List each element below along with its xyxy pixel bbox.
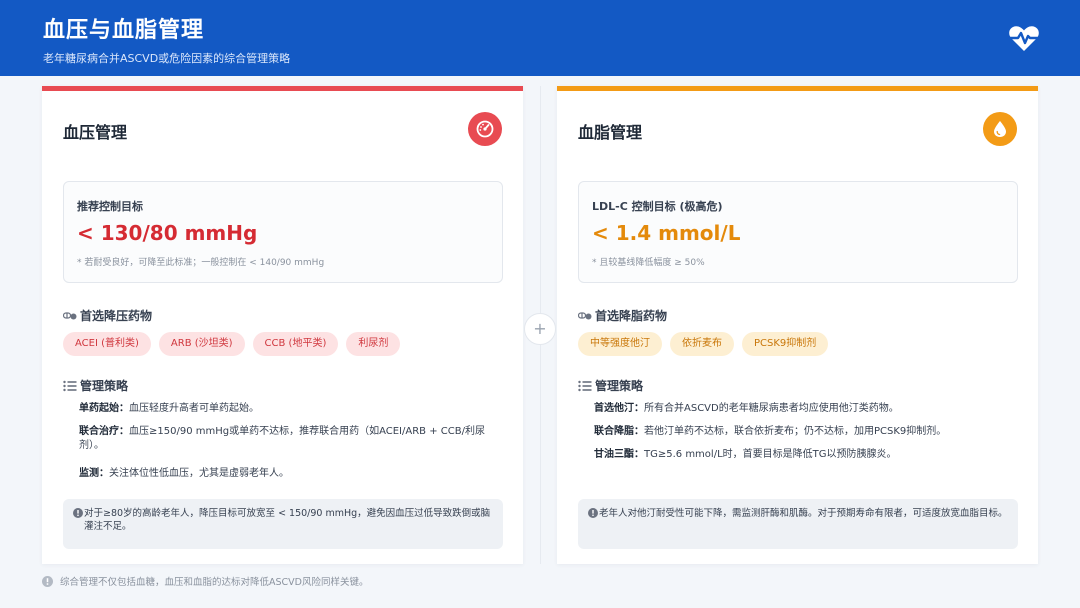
bp-strategy-heading-label: 管理策略 (80, 379, 129, 393)
pills-icon (578, 311, 592, 319)
bp-target-label: 推荐控制目标 (77, 200, 143, 213)
info-icon (42, 575, 53, 587)
drug-chip: 依折麦布 (670, 332, 734, 356)
strategy-text: 血压≥150/90 mmHg或单药不达标，推荐联合用药（如ACEI/ARB + … (79, 426, 485, 451)
info-icon (588, 508, 598, 518)
gauge-icon (468, 112, 502, 146)
lipid-target-value: < 1.4 mmol/L (592, 221, 741, 245)
lipid-target-label: LDL-C 控制目标 (极高危) (592, 200, 723, 213)
page-title: 血压与血脂管理 (43, 18, 205, 43)
bp-drugs-heading-label: 首选降压药物 (80, 309, 153, 323)
list-item: 联合降脂：若他汀单药不达标，联合依折麦布；仍不达标，加用PCSK9抑制剂。 (594, 425, 1019, 439)
strategy-text: 所有合并ASCVD的老年糖尿病患者均应使用他汀类药物。 (644, 403, 899, 414)
drug-chip: ACEI (普利类) (63, 332, 151, 356)
bp-drug-chips: ACEI (普利类) ARB (沙坦类) CCB (地平类) 利尿剂 (63, 332, 401, 356)
bp-note-box: 对于≥80岁的高龄老年人，降压目标可放宽至 < 150/90 mmHg，避免因血… (63, 499, 503, 549)
page-header: 血压与血脂管理 老年糖尿病合并ASCVD或危险因素的综合管理策略 (0, 0, 1080, 76)
lipid-drugs-heading: 首选降脂药物 (578, 307, 667, 324)
lipid-target-box: LDL-C 控制目标 (极高危) < 1.4 mmol/L * 且较基线降低幅度… (578, 181, 1018, 283)
drug-chip: ARB (沙坦类) (158, 332, 245, 356)
page-subtitle: 老年糖尿病合并ASCVD或危险因素的综合管理策略 (43, 52, 291, 65)
strategy-text: 关注体位性低血压，尤其是虚弱老年人。 (109, 468, 289, 479)
lipid-drugs-heading-label: 首选降脂药物 (595, 309, 668, 323)
lipid-drug-chips: 中等强度他汀 依折麦布 PCSK9抑制剂 (578, 332, 829, 356)
drug-chip: CCB (地平类) (252, 332, 339, 356)
drug-chip: 中等强度他汀 (578, 332, 662, 356)
lipid-note-text: 老年人对他汀耐受性可能下降，需监测肝酶和肌酶。对于预期寿命有限者，可适度放宽血脂… (599, 508, 1008, 519)
lipid-note-box: 老年人对他汀耐受性可能下降，需监测肝酶和肌酶。对于预期寿命有限者，可适度放宽血脂… (578, 499, 1018, 549)
lipid-card-title: 血脂管理 (578, 123, 643, 142)
pills-icon (63, 311, 77, 319)
footer-text: 综合管理不仅包括血糖，血压和血脂的达标对降低ASCVD风险同样关键。 (60, 577, 369, 588)
lipid-strategy-heading: 管理策略 (578, 377, 643, 394)
strategy-label: 甘油三酯： (594, 449, 644, 460)
strategy-text: 若他汀单药不达标，联合依折麦布；仍不达标，加用PCSK9抑制剂。 (644, 426, 947, 437)
bp-target-value: < 130/80 mmHg (77, 221, 258, 245)
heart-pulse-icon (1008, 26, 1040, 51)
bp-note-text: 对于≥80岁的高龄老年人，降压目标可放宽至 < 150/90 mmHg，避免因血… (84, 508, 491, 532)
lipid-card: 血脂管理 LDL-C 控制目标 (极高危) < 1.4 mmol/L * 且较基… (557, 86, 1038, 564)
lipid-strategy-heading-label: 管理策略 (595, 379, 644, 393)
bp-strategy-list: 单药起始：血压轻度升高者可单药起始。 联合治疗：血压≥150/90 mmHg或单… (79, 402, 504, 490)
list-item: 单药起始：血压轻度升高者可单药起始。 (79, 402, 504, 416)
bp-drugs-heading: 首选降压药物 (63, 307, 152, 324)
drug-chip: 利尿剂 (346, 332, 401, 356)
bp-strategy-heading: 管理策略 (63, 377, 128, 394)
strategy-label: 首选他汀： (594, 403, 644, 414)
strategy-label: 监测： (79, 468, 109, 479)
strategy-text: 血压轻度升高者可单药起始。 (129, 403, 259, 414)
drop-icon (983, 112, 1017, 146)
bp-target-note: * 若耐受良好，可降至此标准；一般控制在 < 140/90 mmHg (77, 258, 325, 268)
list-item: 首选他汀：所有合并ASCVD的老年糖尿病患者均应使用他汀类药物。 (594, 402, 1019, 416)
strategy-label: 联合治疗： (79, 426, 129, 437)
lipid-target-note: * 且较基线降低幅度 ≥ 50% (592, 258, 705, 268)
drug-chip: PCSK9抑制剂 (742, 332, 829, 356)
page-footer: 综合管理不仅包括血糖，血压和血脂的达标对降低ASCVD风险同样关键。 (42, 574, 368, 588)
strategy-text: TG≥5.6 mmol/L时，首要目标是降低TG以预防胰腺炎。 (644, 449, 897, 460)
bp-card: 血压管理 推荐控制目标 < 130/80 mmHg * 若耐受良好，可降至此标准… (42, 86, 523, 564)
plus-icon: + (524, 313, 556, 345)
list-icon (63, 380, 77, 391)
strategy-label: 联合降脂： (594, 426, 644, 437)
bp-target-box: 推荐控制目标 < 130/80 mmHg * 若耐受良好，可降至此标准；一般控制… (63, 181, 503, 283)
lipid-strategy-list: 首选他汀：所有合并ASCVD的老年糖尿病患者均应使用他汀类药物。 联合降脂：若他… (594, 402, 1019, 471)
list-icon (578, 380, 592, 391)
list-item: 甘油三酯：TG≥5.6 mmol/L时，首要目标是降低TG以预防胰腺炎。 (594, 448, 1019, 462)
list-item: 联合治疗：血压≥150/90 mmHg或单药不达标，推荐联合用药（如ACEI/A… (79, 425, 504, 453)
bp-card-title: 血压管理 (63, 123, 128, 142)
strategy-label: 单药起始： (79, 403, 129, 414)
info-icon (73, 508, 83, 518)
list-item: 监测：关注体位性低血压，尤其是虚弱老年人。 (79, 467, 504, 481)
